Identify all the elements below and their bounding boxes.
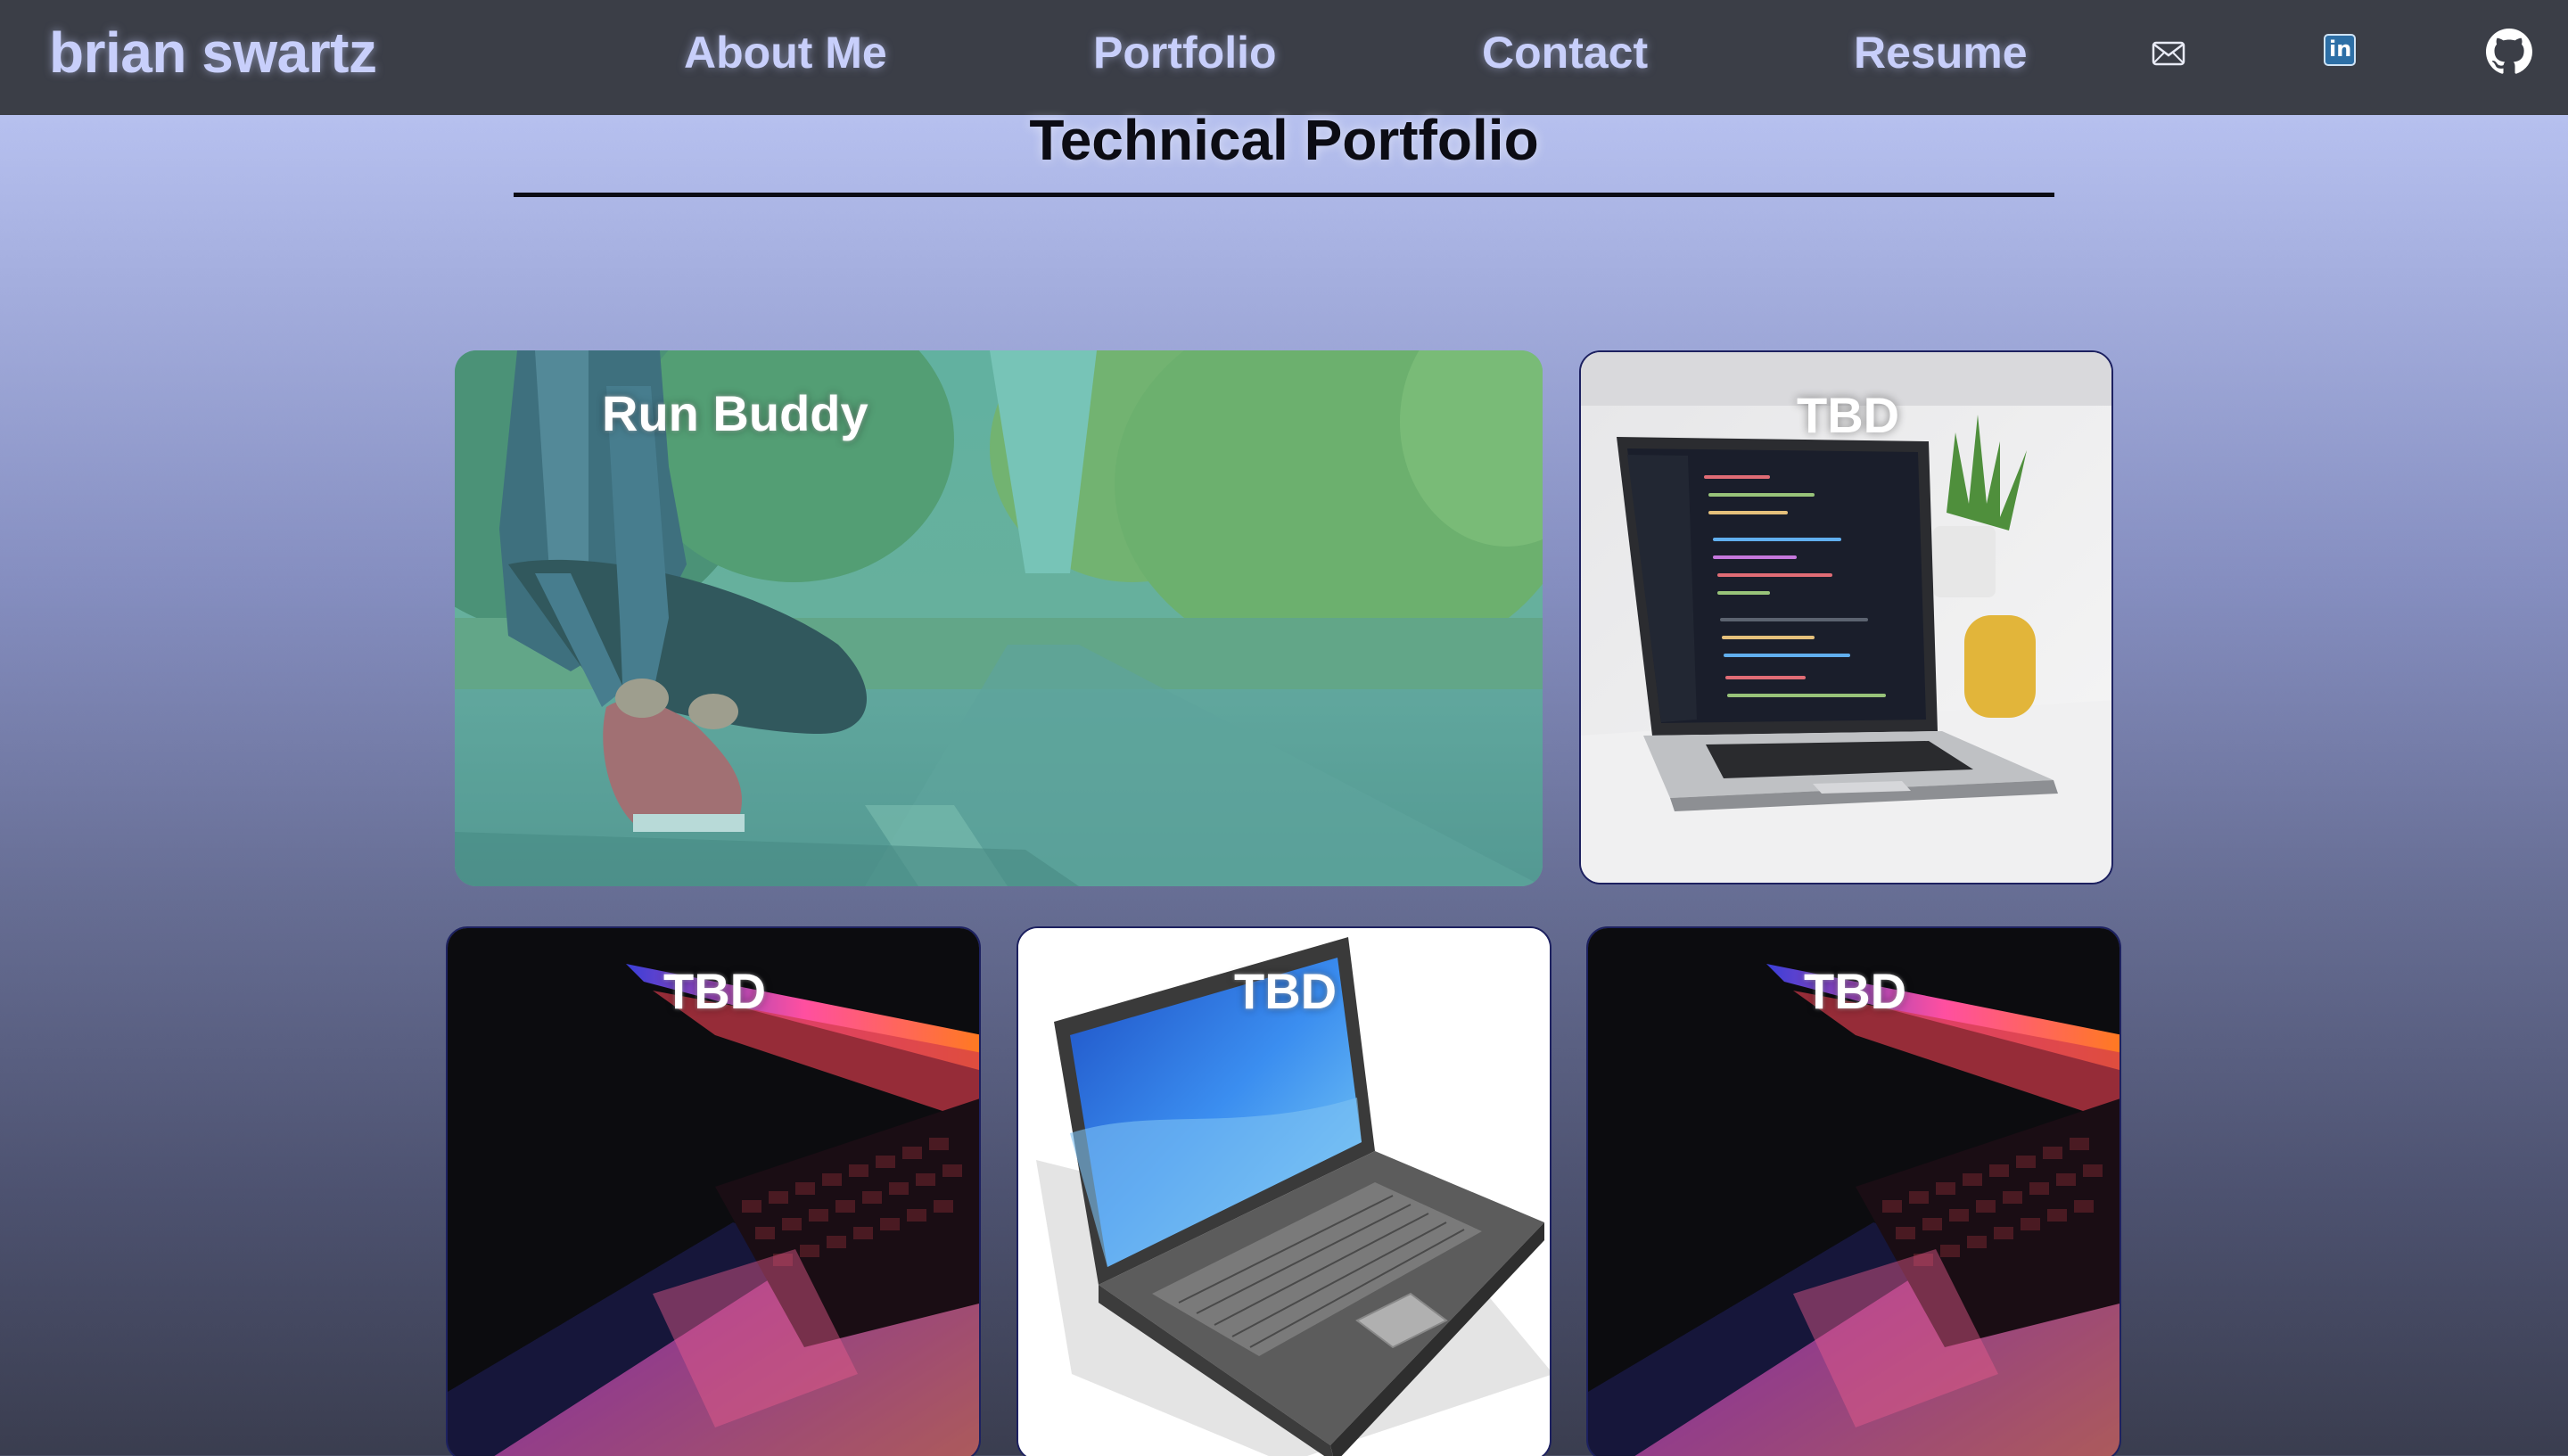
project-title: TBD <box>1234 963 1338 1019</box>
top-navbar: brian swartz About Me Portfolio Contact … <box>0 0 2568 115</box>
nav-link-resume[interactable]: Resume <box>1854 27 2028 78</box>
nav-link-contact[interactable]: Contact <box>1482 27 1648 78</box>
linkedin-icon-text: in <box>2329 37 2352 62</box>
project-title: Run Buddy <box>602 385 868 441</box>
project-card-run-buddy[interactable]: Run Buddy <box>455 350 1543 886</box>
mail-icon[interactable] <box>2151 36 2186 71</box>
project-card-tbd-1[interactable]: TBD <box>1579 350 2113 884</box>
title-divider <box>514 193 2054 197</box>
project-title: TBD <box>1797 387 1900 443</box>
project-card-tbd-4[interactable]: TBD <box>1586 926 2121 1456</box>
nav-link-portfolio[interactable]: Portfolio <box>1093 27 1277 78</box>
github-icon[interactable] <box>2486 29 2532 75</box>
project-card-tbd-3[interactable]: TBD <box>1017 926 1552 1456</box>
project-title: TBD <box>663 963 767 1019</box>
page-title: Technical Portfolio <box>1029 108 1539 172</box>
project-title: TBD <box>1804 963 1907 1019</box>
project-card-tbd-2[interactable]: TBD <box>446 926 981 1456</box>
brand-name[interactable]: brian swartz <box>49 20 377 86</box>
linkedin-icon[interactable]: in <box>2324 34 2356 66</box>
nav-link-about-me[interactable]: About Me <box>684 27 887 78</box>
